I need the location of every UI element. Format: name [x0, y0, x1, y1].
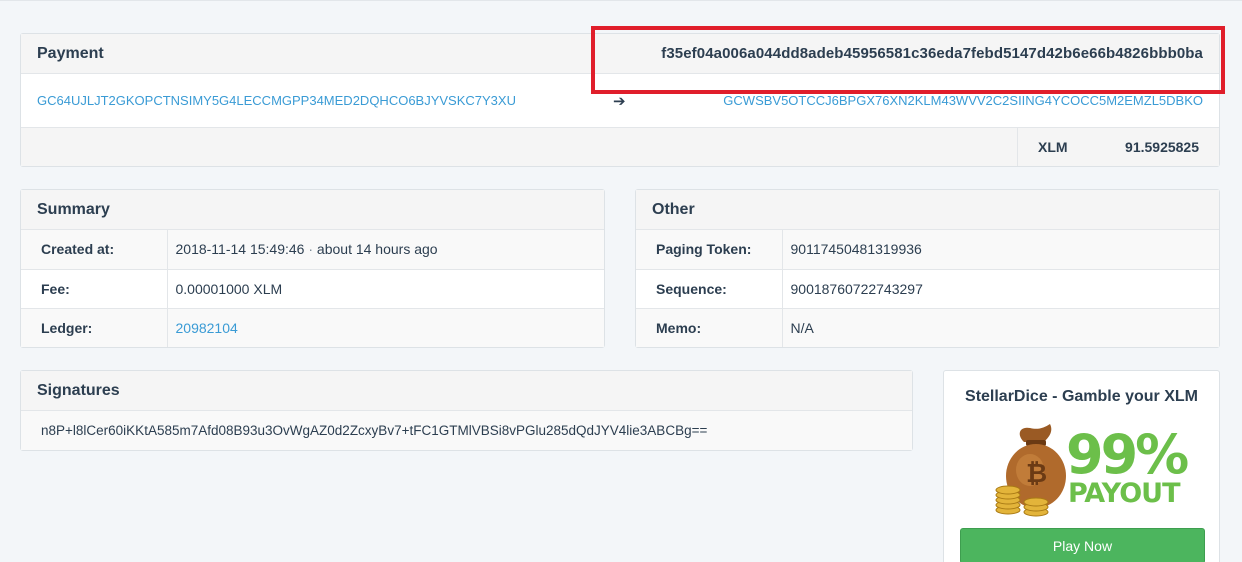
- signatures-header: Signatures: [21, 371, 912, 411]
- fee-value: 0.00001000 XLM: [175, 280, 283, 297]
- source-account-link[interactable]: GC64UJLJT2GKOPCTNSIMY5G4LECCMGPP34MED2DQ…: [37, 93, 516, 108]
- table-row: Fee: 0.00001000 XLM: [21, 269, 604, 308]
- memo-label: Memo:: [636, 308, 783, 347]
- summary-panel: Summary Created at: 2018-11-14 15:49:46 …: [20, 189, 605, 348]
- transaction-hash: f35ef04a006a044dd8adeb45956581c36eda7feb…: [661, 45, 1203, 62]
- sequence-value: 90018760722743297: [790, 280, 923, 297]
- created-at-label: Created at:: [21, 230, 168, 269]
- created-at-relative: about 14 hours ago: [316, 241, 438, 258]
- table-row: Sequence: 90018760722743297: [636, 269, 1219, 308]
- signatures-panel: Signatures n8P+l8lCer60iKKtA585m7Afd08B9…: [20, 370, 913, 451]
- play-now-button[interactable]: Play Now: [960, 528, 1205, 562]
- ledger-link[interactable]: 20982104: [176, 320, 238, 336]
- stellardice-ad[interactable]: StellarDice - Gamble your XLM ₿ 99% PAYO…: [943, 370, 1220, 562]
- created-at-value: 2018-11-14 15:49:46 · about 14 hours ago: [167, 230, 604, 269]
- created-at-separator: ·: [304, 241, 317, 258]
- other-table: Paging Token: 90117450481319936 Sequence…: [636, 230, 1219, 347]
- ad-payout: PAYOUT: [1068, 478, 1181, 509]
- amount-cell: XLM 91.5925825: [1017, 128, 1219, 166]
- payment-amount-row: XLM 91.5925825: [21, 128, 1219, 166]
- amount-value: 91.5925825: [1125, 139, 1199, 155]
- paging-token-value: 90117450481319936: [790, 241, 922, 258]
- destination-account-link[interactable]: GCWSBV5OTCCJ6BPGX76XN2KLM43WVV2C2SIING4Y…: [723, 93, 1203, 108]
- table-row: Paging Token: 90117450481319936: [636, 230, 1219, 269]
- other-header: Other: [636, 190, 1219, 230]
- arrow-right-icon: ➔: [613, 92, 626, 110]
- ledger-label: Ledger:: [21, 308, 168, 347]
- asset-code: XLM: [1038, 139, 1068, 155]
- sequence-label: Sequence:: [636, 269, 783, 308]
- memo-value: N/A: [790, 319, 814, 336]
- fee-label: Fee:: [21, 269, 168, 308]
- payment-panel: Payment f35ef04a006a044dd8adeb45956581c3…: [20, 33, 1220, 167]
- table-row: Created at: 2018-11-14 15:49:46 · about …: [21, 230, 604, 269]
- svg-text:₿: ₿: [1026, 459, 1047, 489]
- table-row: Memo: N/A: [636, 308, 1219, 347]
- summary-table: Created at: 2018-11-14 15:49:46 · about …: [21, 230, 604, 347]
- signature-item: n8P+l8lCer60iKKtA585m7Afd08B93u3OvWgAZ0d…: [21, 411, 912, 450]
- table-row: Ledger: 20982104: [21, 308, 604, 347]
- other-panel: Other Paging Token: 90117450481319936 Se…: [635, 189, 1220, 348]
- created-at-date: 2018-11-14 15:49:46: [175, 241, 305, 258]
- ad-title: StellarDice - Gamble your XLM: [965, 388, 1198, 405]
- ad-percent: 99%: [1066, 423, 1189, 486]
- ad-banner-image[interactable]: ₿ 99% PAYOUT: [944, 420, 1219, 520]
- payment-header: Payment f35ef04a006a044dd8adeb45956581c3…: [21, 34, 1219, 74]
- payment-route-row: GC64UJLJT2GKOPCTNSIMY5G4LECCMGPP34MED2DQ…: [21, 74, 1219, 128]
- summary-header: Summary: [21, 190, 604, 230]
- payment-title: Payment: [37, 44, 104, 62]
- paging-token-label: Paging Token:: [636, 230, 783, 269]
